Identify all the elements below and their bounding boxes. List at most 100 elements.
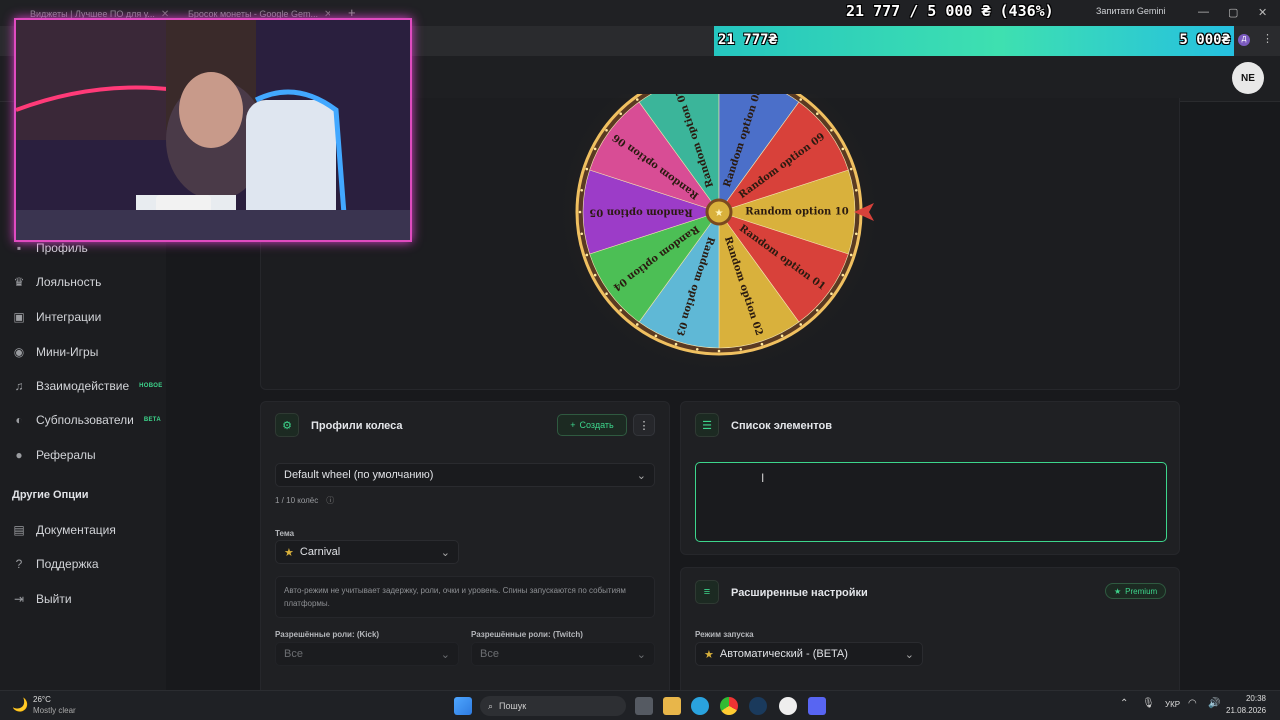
- select-value: Все: [480, 648, 499, 660]
- sidebar-item-referrals[interactable]: ● Рефералы: [12, 445, 96, 465]
- other-options-title: Другие Опции: [12, 489, 89, 501]
- user-avatar[interactable]: NE: [1232, 62, 1264, 94]
- list-icon: ☰: [695, 413, 719, 437]
- wheel-segment-label: Random option 10: [745, 207, 848, 218]
- sidebar-item-subusers[interactable]: ◐ Субпользователи BETA ⌄: [12, 410, 172, 430]
- elements-list-panel: ☰ Список элементов I: [680, 401, 1180, 555]
- create-button[interactable]: + Создать: [557, 414, 627, 436]
- star-icon: ★: [1114, 586, 1122, 596]
- rim-bulb: [849, 167, 853, 171]
- close-window-icon[interactable]: ✕: [1258, 6, 1267, 19]
- volume-icon[interactable]: 🔊: [1208, 698, 1220, 709]
- wheel-segment-label: Random option 05: [589, 207, 692, 218]
- rim-bulb: [635, 323, 639, 326]
- rim-bulb: [635, 98, 639, 101]
- chrome-icon[interactable]: [720, 697, 738, 715]
- wheel-profile-select[interactable]: Default wheel (по умолчанию) ⌄: [275, 463, 655, 487]
- elements-textarea[interactable]: [695, 462, 1167, 542]
- new-badge: НОВОЕ: [139, 383, 163, 389]
- language-indicator[interactable]: УКР: [1165, 700, 1180, 709]
- clock-date[interactable]: 21.08.2026: [1226, 706, 1266, 715]
- star-icon: ★: [704, 648, 714, 661]
- sidebar-item-docs[interactable]: ▤ Документация: [12, 520, 116, 540]
- theme-select[interactable]: ★ Carnival ⌄: [275, 540, 459, 564]
- chevron-down-icon: ⌄: [440, 546, 450, 559]
- file-explorer-icon[interactable]: [663, 697, 681, 715]
- sidebar-item-label: Поддержка: [36, 557, 99, 571]
- sidebar-item-minigames[interactable]: ◉ Мини-Игры: [12, 342, 99, 362]
- task-view-icon[interactable]: [635, 697, 653, 715]
- sliders-icon: ≡: [695, 580, 719, 604]
- wheel-svg[interactable]: Random option 10Random option 01Random o…: [561, 94, 881, 394]
- menu-dots-icon[interactable]: ⋮: [1262, 32, 1273, 45]
- sidebar-item-integrations[interactable]: ▣ Интеграции: [12, 307, 101, 327]
- sidebar-item-label: Субпользователи: [36, 413, 134, 427]
- users-icon: ◐: [15, 413, 23, 427]
- minimize-icon[interactable]: —: [1198, 6, 1209, 18]
- rim-bulb: [799, 323, 803, 326]
- obs-icon[interactable]: [779, 697, 797, 715]
- windows-start-icon[interactable]: [454, 697, 472, 715]
- clock-time[interactable]: 20:38: [1236, 694, 1266, 703]
- star-icon: ★: [715, 208, 724, 219]
- more-options-icon[interactable]: ⋮: [633, 414, 655, 436]
- sidebar-item-logout[interactable]: ⇥ Выйти: [12, 589, 72, 609]
- rim-bulb: [815, 308, 819, 312]
- roles-kick-label: Разрешённые роли: (Kick): [275, 630, 380, 639]
- user-icon: ▪: [16, 241, 22, 255]
- rim-bulb: [854, 232, 858, 236]
- roles-twitch-select[interactable]: Все ⌄: [471, 642, 655, 666]
- rim-bulb: [815, 112, 819, 116]
- launch-mode-select[interactable]: ★ Автоматический - (BETA) ⌄: [695, 642, 923, 666]
- wifi-icon[interactable]: ◠: [1188, 698, 1197, 709]
- taskbar: 🌙 26°C Mostly clear ⌕ Пошук ⌃ 🎙 УКР ◠ 🔊 …: [0, 690, 1280, 720]
- text-cursor-icon: I: [761, 471, 765, 485]
- goal-current: 21 777₴: [718, 32, 778, 48]
- launch-mode-label: Режим запуска: [695, 630, 754, 639]
- sidebar-item-interaction[interactable]: ♫ Взаимодействие НОВОЕ: [12, 376, 163, 396]
- rim-bulb: [605, 128, 608, 132]
- weather-desc: Mostly clear: [33, 706, 76, 715]
- help-icon: ?: [15, 557, 23, 571]
- premium-badge: ★ Premium: [1105, 583, 1167, 599]
- sidebar-item-support[interactable]: ? Поддержка: [12, 554, 99, 574]
- gemini-button[interactable]: Запитати Gemini: [1096, 6, 1165, 16]
- mic-icon[interactable]: 🎙: [1142, 698, 1155, 709]
- rim-bulb: [593, 273, 597, 277]
- sidebar-item-label: Выйти: [36, 592, 72, 606]
- doc-icon: ▤: [13, 523, 25, 537]
- discord-icon[interactable]: [808, 697, 826, 715]
- rim-bulb: [841, 273, 845, 277]
- rim-bulb: [830, 292, 833, 296]
- rim-bulb: [605, 292, 608, 296]
- sidebar-item-label: Интеграции: [36, 310, 102, 324]
- donation-goal-bar: 21 777₴ 5 000₴: [714, 26, 1234, 56]
- rim-bulb: [593, 147, 597, 151]
- info-icon[interactable]: ⓘ: [326, 495, 334, 506]
- wheel-count: 1 / 10 колёс ⓘ: [275, 495, 334, 506]
- rim-bulb: [585, 253, 589, 257]
- webcam-image: [16, 20, 410, 240]
- sidebar-item-label: Мини-Игры: [36, 345, 99, 359]
- taskbar-search[interactable]: ⌕ Пошук: [480, 696, 626, 716]
- group-icon: ●: [15, 448, 23, 462]
- launch-mode-value: Автоматический - (BETA): [719, 648, 848, 660]
- logo-text: NE: [1241, 72, 1255, 84]
- sidebar-item-loyalty[interactable]: ♛ Лояльность: [12, 272, 102, 292]
- sidebar-item-label: Документация: [36, 523, 116, 537]
- telegram-icon[interactable]: [691, 697, 709, 715]
- sidebar-item-label: Рефералы: [36, 448, 96, 462]
- rim-bulb: [580, 188, 584, 192]
- profile-avatar-icon[interactable]: Д: [1238, 34, 1250, 46]
- select-value: Все: [284, 648, 303, 660]
- roles-kick-select[interactable]: Все ⌄: [275, 642, 459, 666]
- steam-icon[interactable]: [749, 697, 767, 715]
- advanced-settings-panel: ≡ Расширенные настройки ★ Premium Режим …: [680, 567, 1180, 707]
- maximize-icon[interactable]: ▢: [1228, 6, 1238, 19]
- rim-bulb: [854, 188, 858, 192]
- sidebar-item-label: Профиль: [36, 241, 88, 255]
- search-placeholder: Пошук: [499, 701, 527, 711]
- rim-bulb: [654, 334, 658, 338]
- tray-chevron-icon[interactable]: ⌃: [1120, 698, 1128, 709]
- select-value: Default wheel (по умолчанию): [284, 469, 434, 481]
